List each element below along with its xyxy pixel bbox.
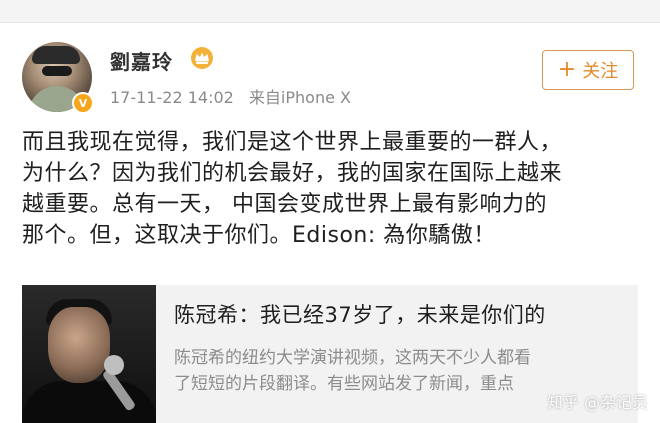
thumb-shoulder <box>22 381 156 423</box>
crown-icon <box>191 47 213 69</box>
content-line: 为什么？因为我们的机会最好，我的国家在国际上越来 <box>22 161 563 186</box>
article-title[interactable]: 陈冠希：我已经37岁了，未来是你们的 <box>174 299 546 329</box>
follow-label: 关注 <box>582 61 619 82</box>
follow-button[interactable]: + 关注 <box>542 50 634 90</box>
content-line: 而且我现在觉得，我们是这个世界上最重要的一群人， <box>22 130 563 155</box>
article-desc-line: 陈冠希的纽约大学演讲视频，这两天不少人都看 <box>174 348 531 368</box>
author-avatar[interactable]: V <box>22 42 94 114</box>
post-source: 来自iPhone X <box>248 88 351 107</box>
content-line: 越重要。总有一天， 中国会变成世界上最有影响力的 <box>22 192 547 217</box>
avatar-hat <box>32 46 80 64</box>
plus-icon: + <box>557 57 577 82</box>
post-meta: 17-11-22 14:02 来自iPhone X <box>110 84 351 108</box>
thumb-face <box>48 307 110 383</box>
shared-article-card[interactable]: 陈冠希：我已经37岁了，未来是你们的 陈冠希的纽约大学演讲视频，这两天不少人都看… <box>22 285 638 423</box>
author-name[interactable]: 劉嘉玲 <box>110 46 173 75</box>
microphone-head-icon <box>104 355 124 375</box>
content-line: 那个。但，这取决于你们。Edison: 為你驕傲！ <box>22 223 496 248</box>
avatar-sunglasses <box>42 66 72 76</box>
verified-v-badge-icon: V <box>72 92 94 114</box>
watermark: 知乎 @杂记员 <box>546 393 648 412</box>
post-timestamp[interactable]: 17-11-22 14:02 <box>110 88 234 107</box>
post-content: 而且我现在觉得，我们是这个世界上最重要的一群人， 为什么？因为我们的机会最好，我… <box>22 127 642 251</box>
article-thumbnail <box>22 285 156 423</box>
weibo-post: V 劉嘉玲 17-11-22 14:02 来自iPhone X + 关注 而且我… <box>0 22 660 423</box>
top-strip <box>0 0 660 23</box>
